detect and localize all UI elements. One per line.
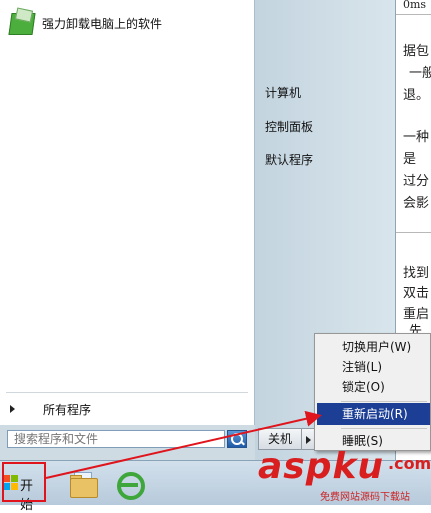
start-menu-item-control-panel[interactable]: 控制面板: [265, 118, 313, 135]
document-text: 据包: [403, 44, 430, 59]
document-text: 一般: [409, 66, 431, 81]
watermark-brand: aspku: [258, 446, 385, 487]
chevron-right-icon: [306, 436, 311, 444]
menu-item-log-off[interactable]: 注销(L): [317, 356, 430, 378]
menu-item-restart[interactable]: 重新启动(R): [317, 403, 430, 425]
search-button[interactable]: [227, 430, 247, 448]
document-rule: [395, 232, 431, 233]
programs-separator: [6, 392, 248, 393]
menu-item-switch-user[interactable]: 切换用户(W): [317, 336, 430, 358]
menu-separator: [341, 428, 427, 429]
all-programs-label: 所有程序: [43, 402, 92, 417]
menu-separator: [341, 401, 427, 402]
all-programs-button[interactable]: 所有程序: [6, 398, 248, 420]
document-text: 过分: [403, 174, 430, 189]
start-menu-item-default-programs[interactable]: 默认程序: [265, 151, 313, 168]
taskbar-internet-explorer[interactable]: [108, 465, 148, 501]
watermark-tagline: 免费网站源码下载站: [320, 492, 410, 503]
start-menu-programs-pane: 强力卸载电脑上的软件 所有程序: [0, 0, 255, 425]
document-text: 会影: [403, 196, 430, 211]
uninstaller-app-icon: [6, 7, 36, 37]
chevron-right-icon: [10, 405, 15, 413]
document-text: 双击: [403, 286, 430, 301]
document-text: 一种: [403, 130, 430, 145]
pinned-program-uninstaller[interactable]: 强力卸载电脑上的软件: [6, 6, 246, 40]
program-label: 强力卸载电脑上的软件: [42, 16, 163, 31]
document-rule: [395, 14, 431, 15]
document-text: 是: [403, 152, 417, 167]
start-button-highlight: [2, 462, 46, 502]
watermark: aspku .com 免费网站源码下载站: [258, 446, 431, 503]
start-menu-item-computer[interactable]: 计算机: [265, 84, 301, 101]
watermark-tld: .com: [388, 454, 431, 473]
document-text: 退。: [403, 88, 430, 103]
menu-item-lock[interactable]: 锁定(O): [317, 376, 430, 398]
document-text: 找到: [403, 266, 430, 281]
taskbar-windows-explorer[interactable]: [62, 465, 102, 501]
document-text: 0ms: [403, 0, 427, 11]
power-options-menu: 切换用户(W) 注销(L) 锁定(O) 重新启动(R) 睡眠(S): [314, 333, 431, 451]
search-input[interactable]: [7, 430, 225, 448]
